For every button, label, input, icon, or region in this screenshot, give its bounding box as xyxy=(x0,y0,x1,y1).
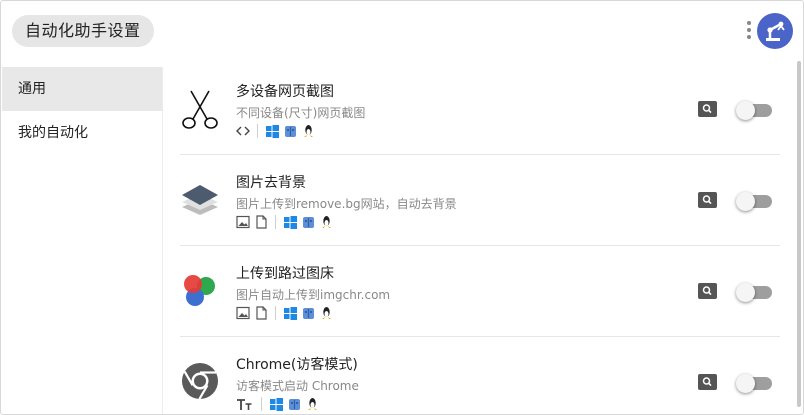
toggle-knob xyxy=(736,192,755,211)
sidebar: 通用 我的自动化 xyxy=(2,67,163,414)
platform-tags xyxy=(236,214,337,230)
enable-toggle[interactable] xyxy=(736,101,774,120)
sidebar-item-general[interactable]: 通用 xyxy=(2,67,162,111)
layers-icon xyxy=(180,168,220,226)
image-icon xyxy=(236,215,250,229)
scrollbar[interactable] xyxy=(795,59,803,414)
linux-icon xyxy=(301,124,315,138)
enable-toggle[interactable] xyxy=(736,192,774,211)
platform-tags xyxy=(236,123,319,139)
tag-divider xyxy=(275,215,276,229)
windows-icon xyxy=(283,306,297,320)
automation-description: 不同设备(尺寸)网页截图 xyxy=(236,106,366,120)
automation-name: Chrome(访客模式) xyxy=(236,357,358,373)
toggle-knob xyxy=(736,283,755,302)
page-title: 自动化助手设置 xyxy=(12,15,154,47)
apple-icon xyxy=(301,215,315,229)
sidebar-item-my-automations[interactable]: 我的自动化 xyxy=(2,111,162,155)
robot-arm-icon[interactable] xyxy=(757,13,793,49)
apple-icon xyxy=(287,397,301,411)
windows-icon xyxy=(269,397,283,411)
automation-description: 图片上传到remove.bg网站，自动去背景 xyxy=(236,197,457,211)
search-button[interactable] xyxy=(698,283,717,299)
automation-name: 上传到路过图床 xyxy=(236,266,334,282)
tag-divider xyxy=(261,397,262,411)
automation-description: 访客模式启动 Chrome xyxy=(236,379,359,393)
toggle-knob xyxy=(736,101,755,120)
chrome-icon xyxy=(180,350,220,408)
linux-icon xyxy=(305,397,319,411)
header: 自动化助手设置 xyxy=(1,1,803,59)
more-vertical-icon[interactable] xyxy=(743,19,755,43)
image-icon xyxy=(236,306,250,320)
list-item: 图片去背景 图片上传到remove.bg网站，自动去背景 xyxy=(180,156,780,246)
sidebar-item-label: 我的自动化 xyxy=(18,125,88,141)
windows-icon xyxy=(283,215,297,229)
apple-icon xyxy=(283,124,297,138)
enable-toggle[interactable] xyxy=(736,374,774,393)
file-icon xyxy=(254,215,268,229)
sidebar-item-label: 通用 xyxy=(18,81,46,97)
enable-toggle[interactable] xyxy=(736,283,774,302)
search-button[interactable] xyxy=(698,192,717,208)
scissors-icon xyxy=(180,77,220,135)
list-item: 多设备网页截图 不同设备(尺寸)网页截图 xyxy=(180,65,780,155)
toggle-knob xyxy=(736,374,755,393)
list-item: Chrome(访客模式) 访客模式启动 Chrome xyxy=(180,338,780,414)
scrollbar-thumb[interactable] xyxy=(797,61,801,407)
automation-name: 多设备网页截图 xyxy=(236,84,334,100)
automation-name: 图片去背景 xyxy=(236,175,306,191)
linux-icon xyxy=(319,306,333,320)
search-button[interactable] xyxy=(698,101,717,117)
automation-description: 图片自动上传到imgchr.com xyxy=(236,288,391,302)
text-icon xyxy=(236,397,254,411)
code-icon xyxy=(236,124,250,138)
automation-list: 多设备网页截图 不同设备(尺寸)网页截图 图片去背景 图片上传到remove.b… xyxy=(164,65,795,414)
tag-divider xyxy=(257,124,258,138)
tag-divider xyxy=(275,306,276,320)
windows-icon xyxy=(265,124,279,138)
color-circles-icon xyxy=(180,259,220,317)
file-icon xyxy=(254,306,268,320)
linux-icon xyxy=(319,215,333,229)
search-button[interactable] xyxy=(698,374,717,390)
apple-icon xyxy=(301,306,315,320)
settings-window: 自动化助手设置 通用 我的自动化 多设备网页截图 不同设备(尺寸)网页截图 图片… xyxy=(0,0,804,415)
platform-tags xyxy=(236,305,337,321)
list-item: 上传到路过图床 图片自动上传到imgchr.com xyxy=(180,247,780,337)
platform-tags xyxy=(236,396,323,412)
